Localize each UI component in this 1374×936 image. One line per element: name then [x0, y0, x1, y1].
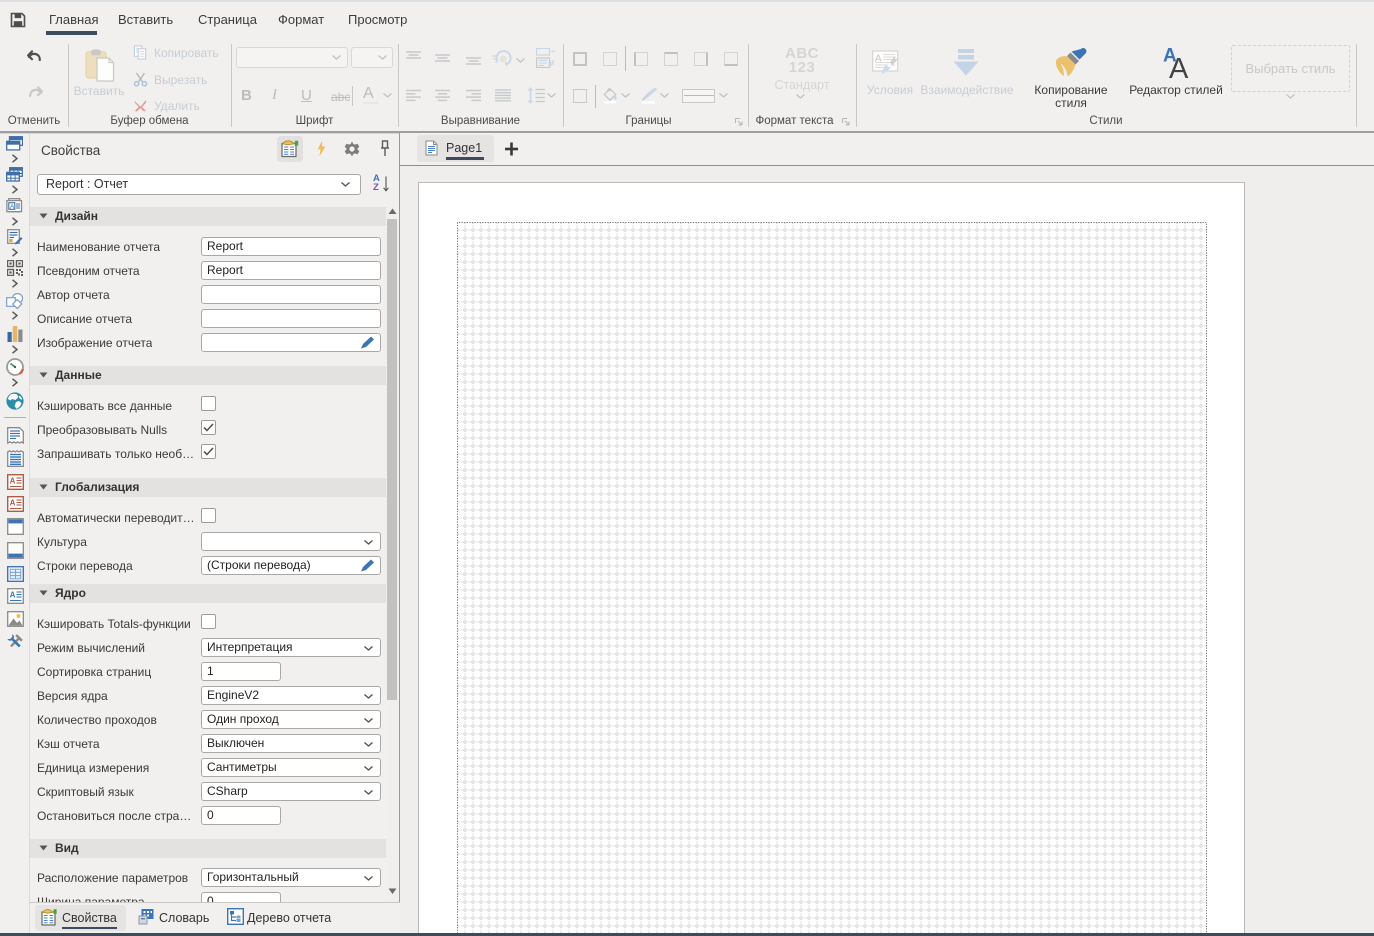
svg-text:A: A: [1169, 53, 1189, 79]
svg-text:A: A: [10, 499, 16, 508]
svg-text:A: A: [10, 477, 16, 486]
svg-text:A: A: [10, 203, 15, 210]
svg-text:A: A: [10, 591, 16, 600]
